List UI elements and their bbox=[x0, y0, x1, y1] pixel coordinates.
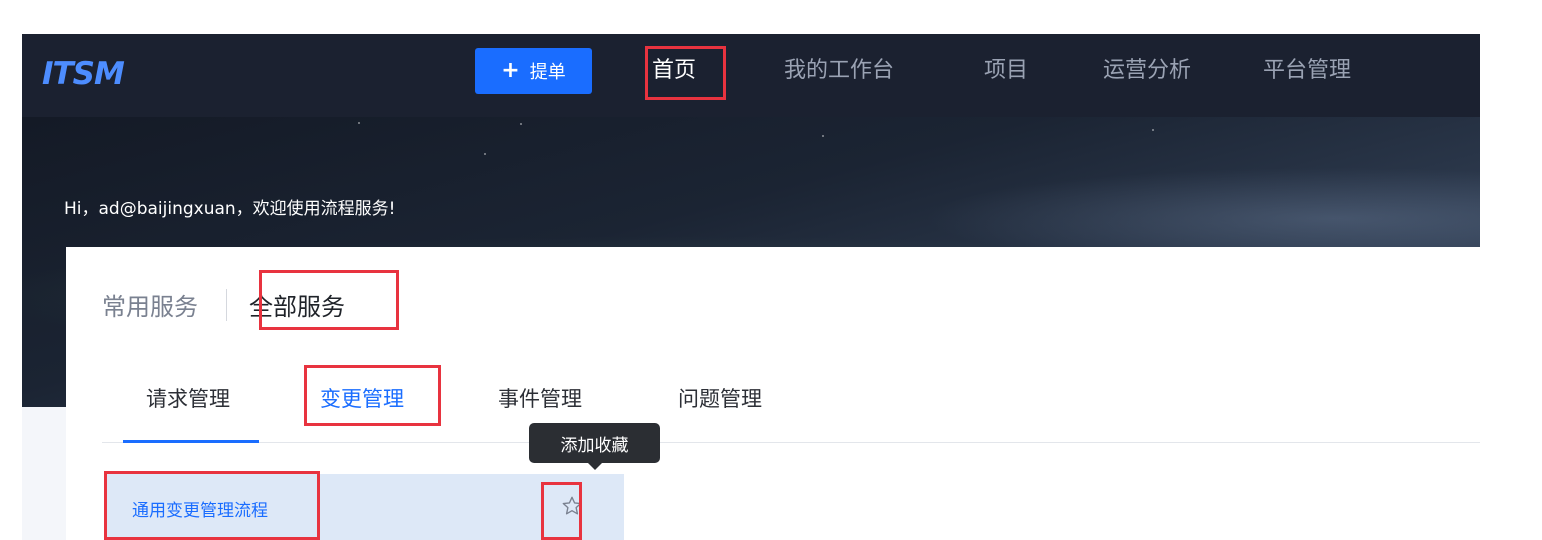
star-outline-icon[interactable] bbox=[556, 490, 588, 522]
tab-divider bbox=[226, 288, 227, 321]
nav-item-operations-analysis[interactable]: 运营分析 bbox=[1103, 51, 1191, 91]
itsm-logo[interactable]: ITSM bbox=[42, 56, 125, 92]
tooltip-arrow bbox=[588, 463, 602, 470]
create-ticket-button[interactable]: + 提单 bbox=[475, 48, 592, 94]
nav-item-platform-management[interactable]: 平台管理 bbox=[1263, 51, 1351, 91]
nav-item-my-workbench[interactable]: 我的工作台 bbox=[784, 51, 894, 91]
tab-common-services[interactable]: 常用服务 bbox=[102, 287, 198, 322]
tab-all-services[interactable]: 全部服务 bbox=[249, 287, 345, 322]
banner-star bbox=[1152, 129, 1154, 131]
banner-star bbox=[520, 123, 522, 125]
service-list-item[interactable]: 通用变更管理流程 bbox=[106, 474, 624, 540]
welcome-greeting: Hi，ad@baijingxuan，欢迎使用流程服务! bbox=[64, 199, 396, 219]
service-category-tabs: 请求管理 变更管理 事件管理 问题管理 bbox=[102, 365, 1480, 443]
tab-request-management[interactable]: 请求管理 bbox=[146, 383, 230, 413]
service-mode-tabs: 常用服务 全部服务 bbox=[102, 287, 345, 322]
tooltip-text: 添加收藏 bbox=[560, 435, 629, 456]
active-tab-underline bbox=[123, 440, 259, 443]
banner-star bbox=[358, 122, 360, 124]
nav-item-projects[interactable]: 项目 bbox=[984, 51, 1028, 91]
tab-problem-management[interactable]: 问题管理 bbox=[678, 383, 762, 413]
banner-star bbox=[484, 153, 486, 155]
plus-icon: + bbox=[501, 58, 520, 83]
tab-incident-management[interactable]: 事件管理 bbox=[498, 383, 582, 413]
add-favorite-tooltip: 添加收藏 bbox=[529, 423, 660, 470]
create-ticket-label: 提单 bbox=[529, 62, 566, 83]
itsm-app: ITSM + 提单 首页 我的工作台 项目 运营分析 平台管理 Hi，ad@ba… bbox=[22, 34, 1480, 540]
banner-star bbox=[822, 135, 824, 137]
nav-item-home[interactable]: 首页 bbox=[652, 51, 696, 91]
service-catalog-panel: 常用服务 全部服务 请求管理 变更管理 事件管理 问题管理 通用变更管理流程 添… bbox=[66, 247, 1480, 540]
service-name[interactable]: 通用变更管理流程 bbox=[132, 496, 268, 521]
tab-change-management[interactable]: 变更管理 bbox=[320, 383, 404, 413]
top-navigation-bar: ITSM + 提单 首页 我的工作台 项目 运营分析 平台管理 bbox=[22, 34, 1480, 117]
